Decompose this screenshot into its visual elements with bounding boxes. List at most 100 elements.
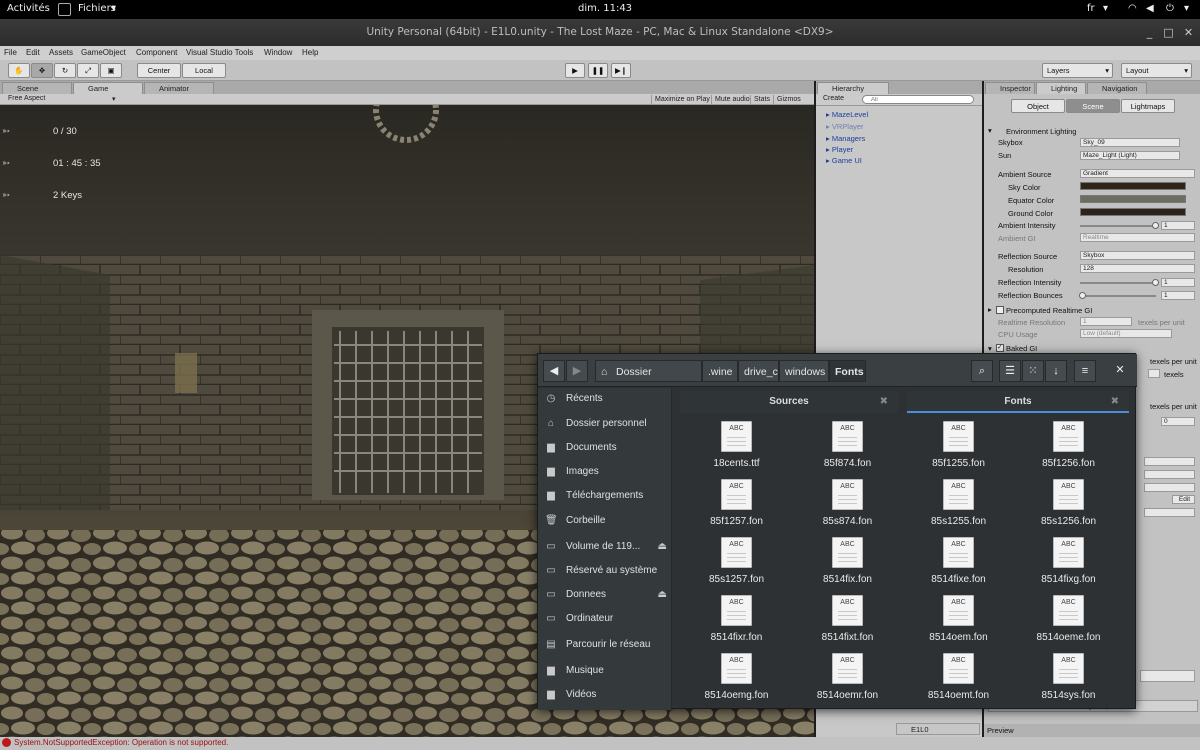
ambient-intensity-slider[interactable] <box>1080 225 1156 227</box>
cpu-usage-dropdown[interactable]: Low (default) <box>1080 329 1172 338</box>
file-item[interactable]: ABC 8514oemr.fon <box>792 653 903 711</box>
volume-icon[interactable]: ◀ <box>1146 3 1154 14</box>
menu-file[interactable]: File <box>4 48 17 57</box>
forward-arrow-icon[interactable]: ▶ <box>566 360 588 382</box>
menu-icon[interactable]: ≡ <box>1074 360 1096 382</box>
menu-edit[interactable]: Edit <box>26 48 40 57</box>
aspect-dropdown[interactable]: Free Aspect <box>8 95 45 102</box>
rotate-tool-icon[interactable]: ↻ <box>54 63 76 78</box>
input-language[interactable]: fr <box>1087 3 1095 14</box>
sidebar-item-donnees[interactable]: ▭ Donnees ⏏ <box>545 586 667 604</box>
sidebar-item-music[interactable]: ▆ Musique <box>545 662 604 680</box>
minimize-icon[interactable]: _ <box>1143 26 1156 39</box>
sun-field[interactable]: Maze_Light (Light) <box>1080 151 1180 160</box>
maximize-on-play-toggle[interactable]: Maximize on Play <box>651 95 713 105</box>
sidebar-item-documents[interactable]: ▆ Documents <box>545 439 616 457</box>
ground-color-swatch[interactable] <box>1080 208 1186 216</box>
reflection-bounces-field[interactable]: 1 <box>1161 291 1195 300</box>
close-icon[interactable]: ✕ <box>1182 26 1195 39</box>
tab-animator[interactable]: Animator <box>144 82 214 94</box>
tab-fonts[interactable]: Fonts ✖ <box>907 391 1129 413</box>
wifi-icon[interactable]: ◠ <box>1128 3 1137 14</box>
close-tab-icon[interactable]: ✖ <box>1111 391 1119 413</box>
menu-visual-studio-tools[interactable]: Visual Studio Tools <box>186 48 253 57</box>
scene-selector[interactable]: E1L0 <box>896 723 980 735</box>
clock[interactable]: dim. 11:43 <box>578 3 632 14</box>
sidebar-item-downloads[interactable]: ▆ Téléchargements <box>545 487 643 505</box>
precomputed-gi-checkbox[interactable] <box>996 306 1004 314</box>
menu-gameobject[interactable]: GameObject <box>81 48 126 57</box>
file-item[interactable]: ABC 8514fixr.fon <box>681 595 792 653</box>
mode-object-button[interactable]: Object <box>1011 99 1065 113</box>
rect-tool-icon[interactable]: ▣ <box>100 63 122 78</box>
file-item[interactable]: ABC 85s874.fon <box>792 479 903 537</box>
step-icon[interactable]: ▶❙ <box>611 63 631 78</box>
grid-view-icon[interactable]: ⁙ <box>1022 360 1044 382</box>
menu-component[interactable]: Component <box>136 48 177 57</box>
back-arrow-icon[interactable]: ◀ <box>543 360 565 382</box>
close-tab-icon[interactable]: ✖ <box>880 391 888 413</box>
equator-color-swatch[interactable] <box>1080 195 1186 203</box>
close-icon[interactable]: ✕ <box>1109 360 1131 382</box>
skybox-field[interactable]: Sky_09 <box>1080 138 1180 147</box>
sidebar-item-images[interactable]: ▆ Images <box>545 463 599 481</box>
console-error-message[interactable]: System.NotSupportedException: Operation … <box>14 738 228 747</box>
sidebar-item-reserved[interactable]: ▭ Réservé au système <box>545 562 657 580</box>
sidebar-item-network[interactable]: ▤ Parcourir le réseau <box>545 636 650 654</box>
sidebar-item-volume[interactable]: ▭ Volume de 119... ⏏ <box>545 538 667 556</box>
mode-lightmaps-button[interactable]: Lightmaps <box>1121 99 1175 113</box>
breadcrumb-home[interactable]: ⌂ Dossier personnel <box>595 360 702 400</box>
menu-window[interactable]: Window <box>264 48 292 57</box>
mute-audio-toggle[interactable]: Mute audio <box>711 95 753 105</box>
tab-scene[interactable]: Scene <box>2 82 72 94</box>
tab-sources[interactable]: Sources ✖ <box>680 391 898 413</box>
file-item[interactable]: ABC 8514fixg.fon <box>1013 537 1124 595</box>
file-item[interactable]: ABC 8514fixe.fon <box>903 537 1014 595</box>
search-icon[interactable]: ⌕ <box>971 360 993 382</box>
file-item[interactable]: ABC 8514oemt.fon <box>903 653 1014 711</box>
foldout-icon[interactable]: ▾ <box>988 126 992 135</box>
sky-color-swatch[interactable] <box>1080 182 1186 190</box>
stats-toggle[interactable]: Stats <box>750 95 773 105</box>
file-item[interactable]: ABC 85s1255.fon <box>903 479 1014 537</box>
baked-padding-field[interactable] <box>1148 369 1160 378</box>
create-dropdown[interactable]: Create <box>823 95 844 102</box>
tab-inspector[interactable]: Inspector <box>985 82 1035 94</box>
hierarchy-item[interactable]: ▸ Player <box>826 145 853 154</box>
file-item[interactable]: ABC 8514oeme.fon <box>1013 595 1124 653</box>
chevron-down-icon[interactable]: ▾ <box>1184 3 1189 14</box>
hand-tool-icon[interactable]: ✋ <box>8 63 30 78</box>
file-item[interactable]: ABC 18cents.ttf <box>681 421 792 479</box>
file-item[interactable]: ABC 85s1256.fon <box>1013 479 1124 537</box>
file-item[interactable]: ABC 85f1257.fon <box>681 479 792 537</box>
breadcrumb-windows[interactable]: windows <box>779 360 829 382</box>
foldout-icon[interactable]: ▸ <box>988 305 992 314</box>
reflection-intensity-slider[interactable] <box>1080 282 1156 284</box>
foldout-icon[interactable]: ▾ <box>988 344 992 353</box>
menu-assets[interactable]: Assets <box>49 48 73 57</box>
file-item[interactable]: ABC 85f874.fon <box>792 421 903 479</box>
tab-lighting[interactable]: Lighting <box>1036 82 1086 94</box>
sidebar-item-recents[interactable]: ◷ Récents <box>545 390 603 408</box>
pivot-local-button[interactable]: Local <box>182 63 226 78</box>
layers-dropdown[interactable]: Layers ▾ <box>1042 63 1113 78</box>
edit-button[interactable]: Edit <box>1172 495 1195 504</box>
ambient-gi-dropdown[interactable]: Realtime <box>1080 233 1195 242</box>
dropdown-field[interactable] <box>1144 483 1195 492</box>
file-item[interactable]: ABC 8514fixt.fon <box>792 595 903 653</box>
hierarchy-item[interactable]: ▸ VRPlayer <box>826 122 864 131</box>
play-icon[interactable]: ▶ <box>565 63 585 78</box>
sort-down-icon[interactable]: ↓ <box>1045 360 1067 382</box>
lightmap-dropdown[interactable] <box>1140 670 1195 682</box>
list-view-icon[interactable]: ☰ <box>999 360 1021 382</box>
reflection-intensity-field[interactable]: 1 <box>1161 278 1195 287</box>
eject-icon[interactable]: ⏏ <box>658 586 667 604</box>
dropdown-field[interactable] <box>1144 508 1195 517</box>
scale-tool-icon[interactable]: ⤢ <box>77 63 99 78</box>
sidebar-item-trash[interactable]: 🗑 Corbeille <box>545 512 605 530</box>
tab-game[interactable]: Game <box>73 82 143 94</box>
hierarchy-item[interactable]: ▸ MazeLevel <box>826 110 868 119</box>
breadcrumb-wine[interactable]: .wine <box>702 360 738 382</box>
breadcrumb-drive-c[interactable]: drive_c <box>738 360 779 382</box>
sidebar-item-videos[interactable]: ▆ Vidéos <box>545 686 596 704</box>
